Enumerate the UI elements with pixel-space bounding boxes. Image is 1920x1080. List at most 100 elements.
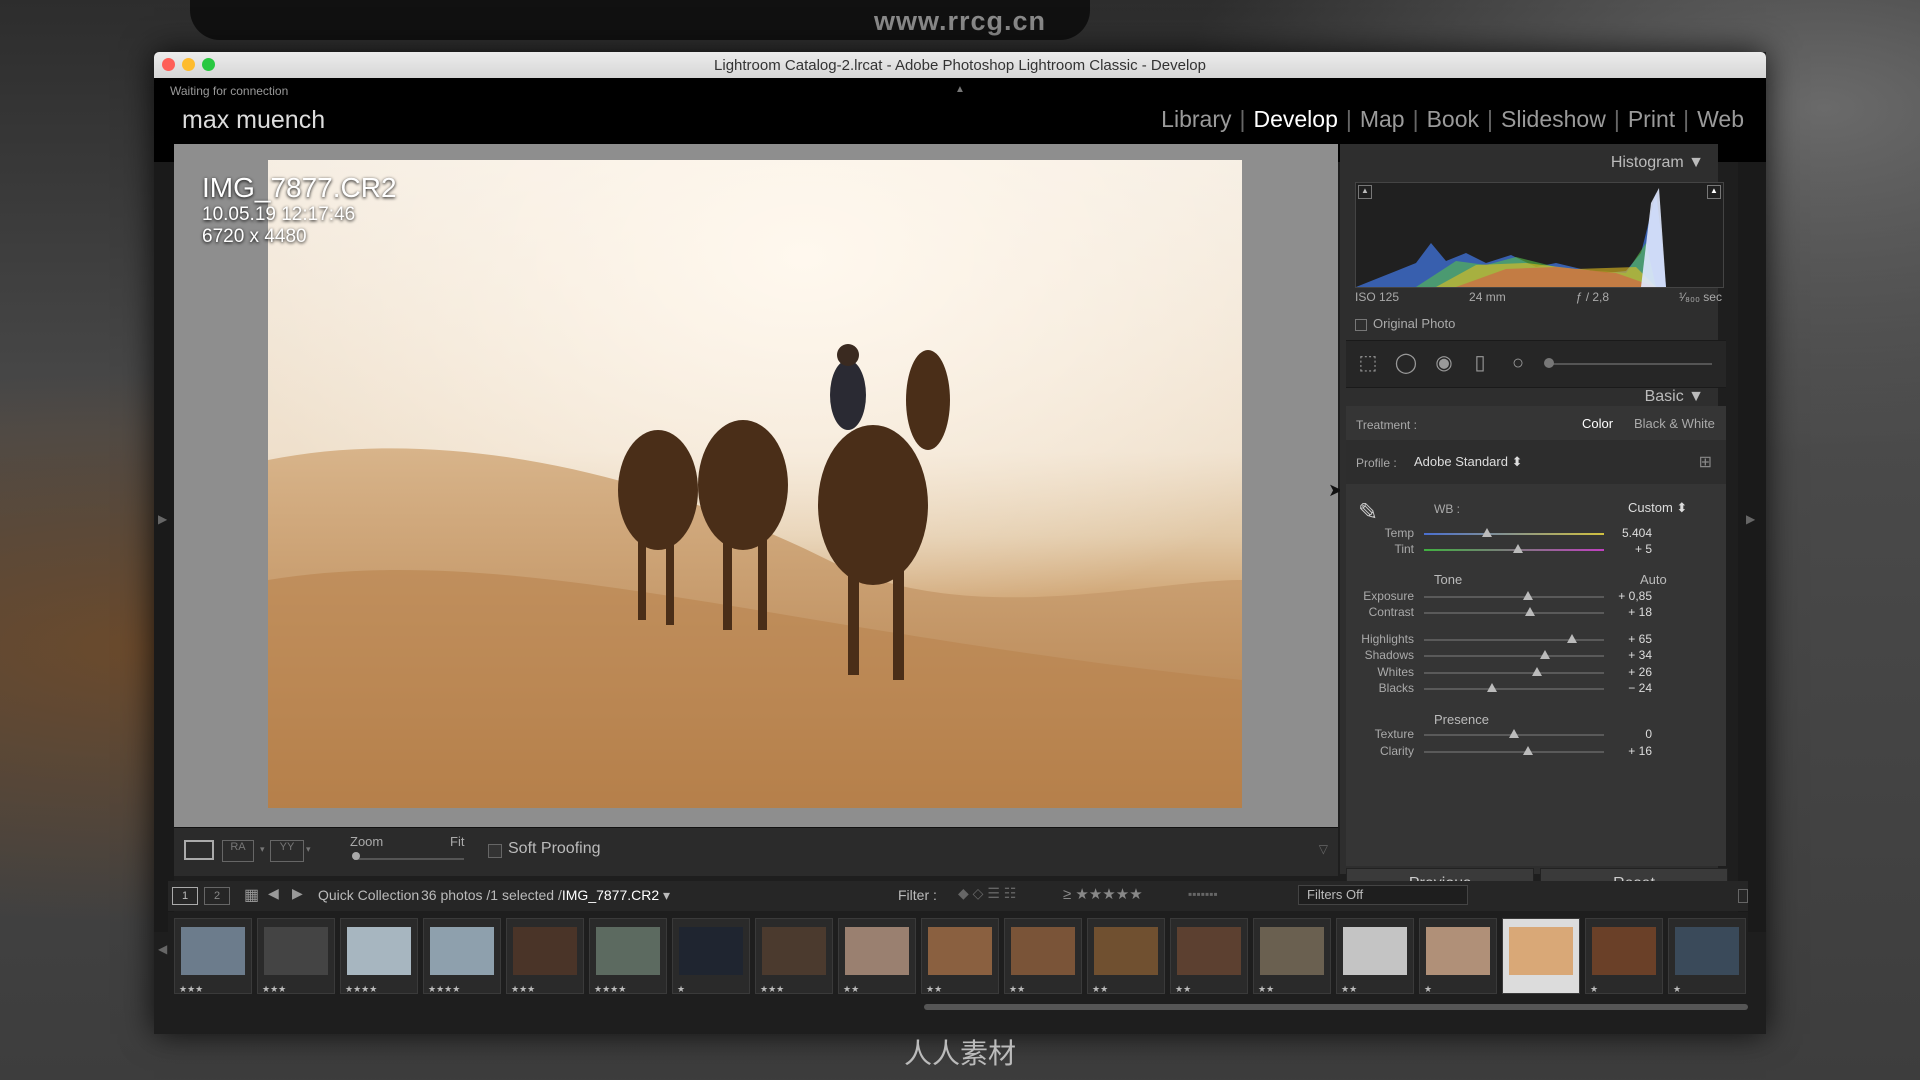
photo-canvas[interactable]: IMG_7877.CR2 10.05.19 12:17:46 6720 x 44… xyxy=(174,144,1343,827)
forward-arrow-icon[interactable]: ▶ xyxy=(292,885,303,902)
slider-value-contrast[interactable]: + 18 xyxy=(1602,605,1652,619)
module-web[interactable]: Web xyxy=(1689,106,1752,133)
slider-value-texture[interactable]: 0 xyxy=(1602,727,1652,741)
slider-thumb-clarity[interactable] xyxy=(1523,746,1534,755)
module-slideshow[interactable]: Slideshow xyxy=(1493,106,1614,133)
slider-contrast[interactable] xyxy=(1424,612,1604,614)
filmstrip-thumbnail[interactable]: ★★ xyxy=(921,918,999,994)
slider-value-clarity[interactable]: + 16 xyxy=(1602,744,1652,758)
filmstrip-thumbnail[interactable]: ★★★ xyxy=(174,918,252,994)
slider-highlights[interactable] xyxy=(1424,639,1604,641)
zoom-slider[interactable] xyxy=(354,858,464,860)
histogram-graph[interactable]: ▲ ▲ xyxy=(1355,182,1724,288)
filmstrip-thumbnail[interactable]: ★★ xyxy=(1253,918,1331,994)
slider-value-tint[interactable]: + 5 xyxy=(1602,542,1652,556)
filmstrip-thumbnail[interactable]: ★★★ xyxy=(755,918,833,994)
photo-count[interactable]: 36 photos /1 selected /IMG_7877.CR2 ▾ xyxy=(421,887,670,904)
original-photo-toggle[interactable]: Original Photo xyxy=(1355,316,1455,331)
color-label-filter[interactable]: ▪▪▪▪▪▪▪ xyxy=(1188,887,1218,901)
module-map[interactable]: Map xyxy=(1352,106,1413,133)
slider-value-temp[interactable]: 5.404 xyxy=(1602,526,1652,540)
slider-whites[interactable] xyxy=(1424,672,1604,674)
adjustment-brush-icon[interactable] xyxy=(1544,358,1554,368)
slider-value-shadows[interactable]: + 34 xyxy=(1602,648,1652,662)
profile-dropdown[interactable]: Adobe Standard ⬍ xyxy=(1414,454,1522,470)
filmstrip-thumbnail[interactable]: ★★ xyxy=(1336,918,1414,994)
slider-thumb-tint[interactable] xyxy=(1512,544,1523,553)
filmstrip-thumbnail[interactable]: ★ xyxy=(1585,918,1663,994)
filmstrip-thumbnail[interactable]: ★ xyxy=(1668,918,1746,994)
soft-proofing-checkbox[interactable] xyxy=(488,844,502,858)
slider-value-exposure[interactable]: + 0,85 xyxy=(1602,589,1652,603)
slider-clarity[interactable] xyxy=(1424,751,1604,753)
shadow-clipping-icon[interactable]: ▲ xyxy=(1358,185,1372,199)
profile-browser-icon[interactable]: ⊞ xyxy=(1699,452,1712,472)
graduated-filter-icon[interactable]: ▯ xyxy=(1468,351,1492,375)
toolbar-menu-arrow-icon[interactable]: ▽ xyxy=(1319,842,1328,856)
collapse-top-arrow-icon[interactable]: ▲ xyxy=(955,84,965,95)
before-after-icon[interactable]: RA xyxy=(222,840,254,862)
slider-exposure[interactable] xyxy=(1424,596,1604,598)
slider-thumb-blacks[interactable] xyxy=(1487,683,1498,692)
zoom-slider-thumb[interactable] xyxy=(352,852,360,860)
filmstrip-thumbnail[interactable] xyxy=(1502,918,1580,994)
filmstrip-thumbnail[interactable]: ★★ xyxy=(1170,918,1248,994)
treatment-color[interactable]: Color xyxy=(1582,416,1613,431)
adjustment-brush-slider[interactable] xyxy=(1546,363,1712,365)
filmstrip-thumbnail[interactable]: ★ xyxy=(672,918,750,994)
radial-filter-icon[interactable]: ○ xyxy=(1506,351,1530,375)
grid-view-icon[interactable]: ▦ xyxy=(244,885,259,905)
filmstrip-left-arrow-icon[interactable]: ◀ xyxy=(158,942,167,956)
histogram-header[interactable]: Histogram ▼ xyxy=(1611,154,1704,172)
filmstrip-scrollbar[interactable] xyxy=(924,1004,1748,1010)
slider-value-whites[interactable]: + 26 xyxy=(1602,665,1652,679)
slider-thumb-exposure[interactable] xyxy=(1523,591,1534,600)
filmstrip-thumbnail[interactable]: ★★★★ xyxy=(589,918,667,994)
filmstrip-thumbnail[interactable]: ★★★ xyxy=(506,918,584,994)
before-after-dropdown-icon[interactable]: ▾ xyxy=(260,844,265,855)
module-book[interactable]: Book xyxy=(1419,106,1487,133)
left-panel-collapsed[interactable]: ▶ xyxy=(154,162,174,932)
filmstrip-thumbnail[interactable]: ★★ xyxy=(838,918,916,994)
highlight-clipping-icon[interactable]: ▲ xyxy=(1707,185,1721,199)
camel-photo[interactable] xyxy=(268,160,1242,808)
slider-thumb-contrast[interactable] xyxy=(1525,607,1536,616)
red-eye-icon[interactable]: ◉ xyxy=(1432,351,1456,375)
original-photo-checkbox[interactable] xyxy=(1355,318,1367,331)
slider-value-blacks[interactable]: − 24 xyxy=(1602,681,1652,695)
slider-thumb-shadows[interactable] xyxy=(1539,650,1550,659)
module-print[interactable]: Print xyxy=(1620,106,1683,133)
expand-left-arrow-icon[interactable]: ▶ xyxy=(158,512,167,526)
wb-dropdown[interactable]: Custom ⬍ xyxy=(1628,500,1687,516)
slider-value-highlights[interactable]: + 65 xyxy=(1602,632,1652,646)
loupe-view-icon[interactable] xyxy=(184,840,214,860)
yy-view-icon[interactable]: YY xyxy=(270,840,304,862)
filmstrip-thumbnail[interactable]: ★★ xyxy=(1004,918,1082,994)
collapse-right-arrow-icon[interactable]: ▶ xyxy=(1746,512,1755,526)
slider-thumb-whites[interactable] xyxy=(1532,667,1543,676)
filmstrip-thumbnail[interactable]: ★★★ xyxy=(257,918,335,994)
yy-dropdown-icon[interactable]: ▾ xyxy=(306,844,311,855)
star-rating-filter[interactable]: ≥ ★★★★★ xyxy=(1063,885,1143,903)
slider-thumb-texture[interactable] xyxy=(1509,729,1519,738)
back-arrow-icon[interactable]: ◀ xyxy=(268,885,279,902)
filmstrip-thumbnail[interactable]: ★★★★ xyxy=(340,918,418,994)
slider-thumb-highlights[interactable] xyxy=(1566,634,1577,643)
slider-temp[interactable] xyxy=(1424,533,1604,535)
secondary-window-button[interactable]: 2 xyxy=(204,887,230,905)
filter-lock-icon[interactable] xyxy=(1738,889,1748,903)
auto-tone-button[interactable]: Auto xyxy=(1640,572,1667,587)
filmstrip-thumbnail[interactable]: ★★★★ xyxy=(423,918,501,994)
filters-preset-dropdown[interactable]: Filters Off xyxy=(1298,885,1468,905)
filmstrip-thumbnail[interactable]: ★★ xyxy=(1087,918,1165,994)
treatment-bw[interactable]: Black & White xyxy=(1634,416,1715,431)
flag-filter-icons[interactable]: ◆ ◇ ☰ ☷ xyxy=(958,885,1016,902)
module-library[interactable]: Library xyxy=(1153,106,1239,133)
slider-thumb-temp[interactable] xyxy=(1482,528,1492,537)
filmstrip-thumbnail[interactable]: ★ xyxy=(1419,918,1497,994)
white-balance-eyedropper-icon[interactable]: ✎ xyxy=(1358,498,1378,527)
primary-window-button[interactable]: 1 xyxy=(172,887,198,905)
crop-overlay-icon[interactable]: ⬚ xyxy=(1356,351,1380,375)
source-label[interactable]: Quick Collection xyxy=(318,887,419,903)
slider-blacks[interactable] xyxy=(1424,688,1604,690)
